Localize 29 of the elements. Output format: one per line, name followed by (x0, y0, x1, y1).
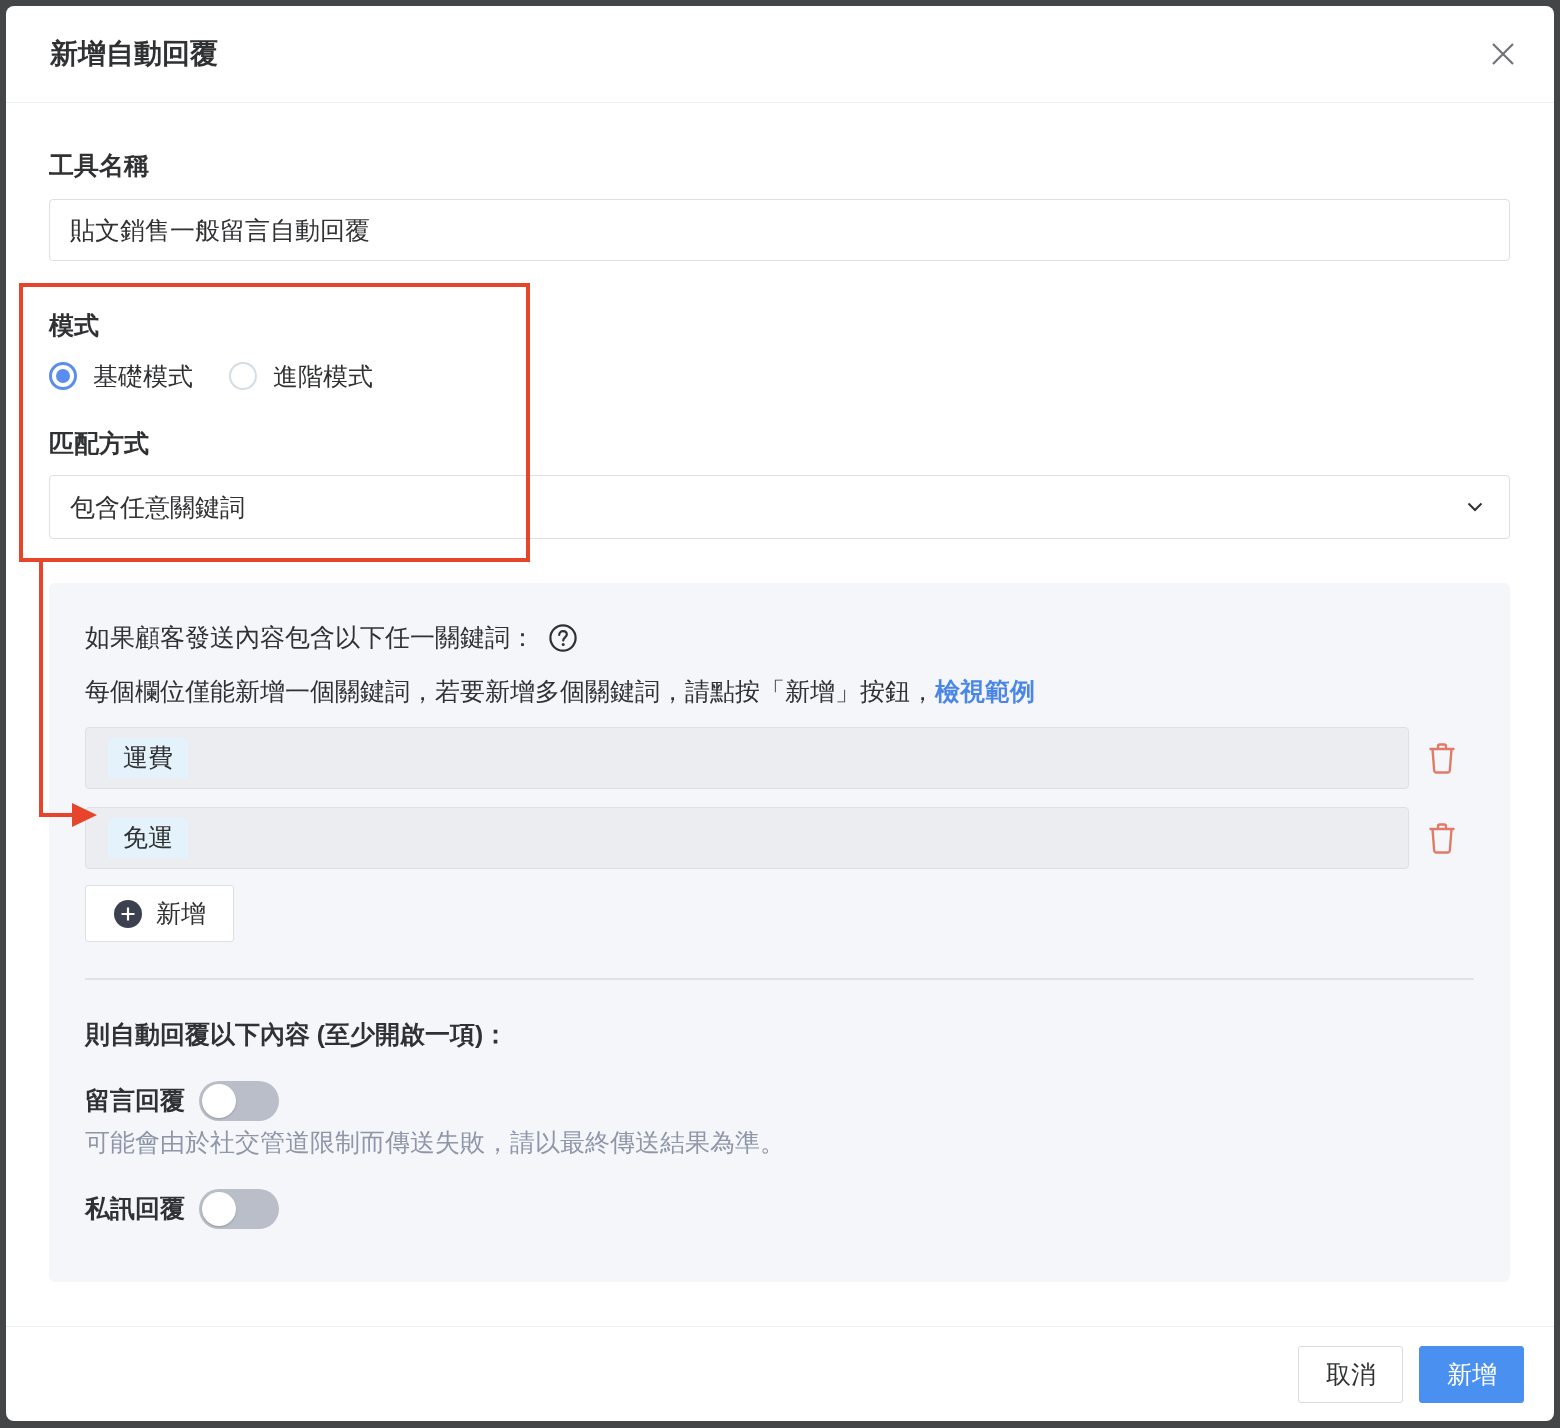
dialog-title: 新增自動回覆 (50, 37, 218, 71)
note-text: 可能會由於社交管道限制而傳送失敗，請以最終傳送結果為準。 (85, 1128, 785, 1158)
help-icon[interactable] (549, 624, 577, 652)
section-heading: 則自動回覆以下內容 (至少開啟一項)： (85, 1020, 509, 1050)
close-icon[interactable] (1492, 43, 1514, 65)
keyword-tag: 運費 (108, 738, 188, 778)
toggle-label: 留言回覆 (85, 1086, 185, 1116)
select-field[interactable]: 包含任意關鍵詞 (49, 475, 1510, 539)
field-label: 模式 (49, 310, 99, 341)
chevron-down-icon (1467, 502, 1483, 512)
trash-icon[interactable] (1427, 742, 1456, 774)
toggle-switch[interactable] (199, 1189, 279, 1229)
toggle-switch[interactable] (199, 1081, 279, 1121)
add-button[interactable]: 新增 (85, 885, 234, 942)
radio-label[interactable]: 基礎模式 (93, 360, 193, 392)
keyword-field[interactable]: 運費 (85, 727, 1409, 789)
radio-button[interactable] (49, 362, 77, 390)
toggle-label: 私訊回覆 (85, 1194, 185, 1224)
radio-label[interactable]: 進階模式 (273, 360, 373, 392)
trash-icon[interactable] (1427, 822, 1456, 854)
input-field[interactable]: 貼文銷售一般留言自動回覆 (49, 199, 1510, 261)
plus-icon (114, 899, 142, 928)
field-label: 工具名稱 (49, 150, 149, 181)
condition-text: 如果顧客發送內容包含以下任一關鍵詞： (85, 623, 535, 653)
keyword-field[interactable]: 免運 (85, 807, 1409, 869)
keyword-tag: 免運 (108, 818, 188, 858)
cancel-button[interactable]: 取消 (1298, 1345, 1403, 1403)
field-label: 匹配方式 (49, 428, 149, 459)
hint-text: 每個欄位僅能新增一個關鍵詞，若要新增多個關鍵詞，請點按「新增」按鈕，檢視範例 (85, 677, 1035, 707)
